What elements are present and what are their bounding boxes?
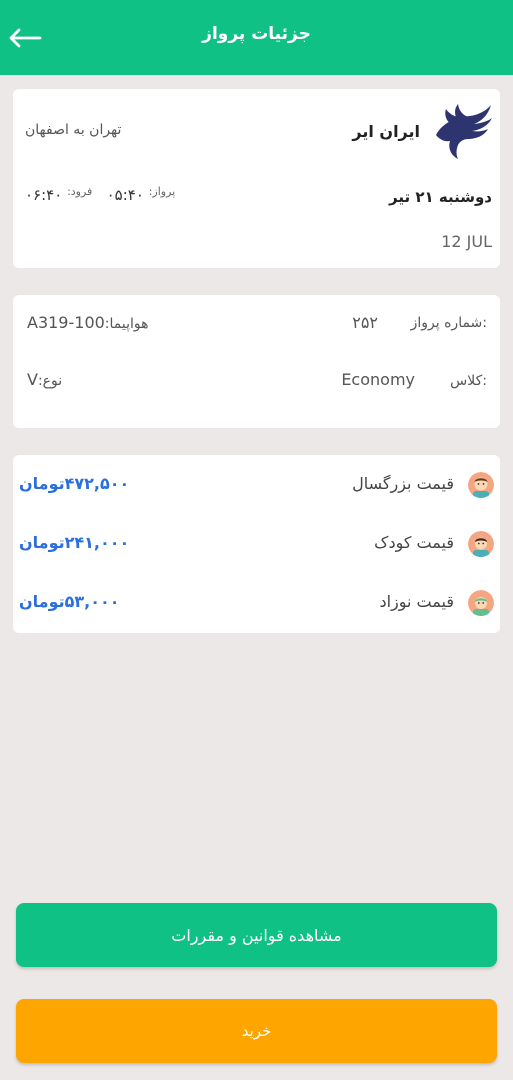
- fare-type-info: نوع:V: [27, 370, 62, 389]
- price-label-child: قیمت کودک: [374, 533, 454, 552]
- adult-avatar-icon: [468, 472, 494, 498]
- page-title: جزئیات پرواز: [202, 24, 311, 44]
- view-rules-button[interactable]: مشاهده قوانین و مقررات: [16, 903, 497, 967]
- price-value-child: ۲۴۱,۰۰۰تومان: [19, 533, 129, 552]
- price-amount-child: ۲۴۱,۰۰۰: [64, 533, 130, 552]
- currency-child: تومان: [19, 533, 65, 552]
- currency-adult: تومان: [19, 474, 65, 493]
- app-header: جزئیات پرواز: [0, 0, 513, 75]
- buy-button[interactable]: خرید: [16, 999, 497, 1063]
- flight-number-label: شماره پرواز:: [410, 315, 487, 331]
- aircraft-info: هواپیما:A319-100: [27, 313, 149, 332]
- price-row-infant: قیمت نوزاد ۵۳,۰۰۰تومان: [13, 583, 500, 623]
- price-value-adult: ۴۷۲,۵۰۰تومان: [19, 474, 129, 493]
- departure-time: ۰۵:۴۰: [106, 186, 144, 204]
- class-value: Economy: [341, 370, 415, 389]
- arrival-time: ۰۶:۴۰: [25, 186, 63, 204]
- iran-air-logo-icon: [436, 104, 492, 159]
- flight-summary-card: ایران ایر تهران به اصفهان دوشنبه ۲۱ تیر …: [13, 89, 500, 268]
- flight-times: پرواز: ۰۵:۴۰ فرود: ۰۶:۴۰: [25, 185, 175, 204]
- flight-details-card: شماره پرواز: ۲۵۲ هواپیما:A319-100 کلاس: …: [13, 295, 500, 428]
- price-value-infant: ۵۳,۰۰۰تومان: [19, 592, 120, 611]
- flight-route: تهران به اصفهان: [25, 122, 122, 138]
- child-avatar-icon: [468, 531, 494, 557]
- flight-date-gregorian: 12 JUL: [441, 232, 492, 251]
- price-amount-adult: ۴۷۲,۵۰۰: [64, 474, 130, 493]
- infant-avatar-icon: [468, 590, 494, 616]
- price-label-adult: قیمت بزرگسال: [352, 474, 454, 493]
- price-card: قیمت بزرگسال ۴۷۲,۵۰۰تومان قیمت کودک ۲۴۱,…: [13, 455, 500, 633]
- price-row-adult: قیمت بزرگسال ۴۷۲,۵۰۰تومان: [13, 465, 500, 505]
- currency-infant: تومان: [19, 592, 65, 611]
- flight-date-persian: دوشنبه ۲۱ تیر: [389, 188, 492, 206]
- aircraft-value: A319-100: [27, 313, 105, 332]
- price-row-child: قیمت کودک ۲۴۱,۰۰۰تومان: [13, 524, 500, 564]
- arrival-label: فرود:: [67, 185, 93, 198]
- airline-logo: [432, 101, 494, 161]
- class-label: کلاس:: [450, 373, 487, 389]
- departure-label: پرواز:: [148, 185, 176, 198]
- price-amount-infant: ۵۳,۰۰۰: [64, 592, 120, 611]
- airline-name: ایران ایر: [352, 122, 420, 141]
- price-label-infant: قیمت نوزاد: [379, 592, 454, 611]
- aircraft-label: هواپیما:: [104, 316, 149, 332]
- flight-number-value: ۲۵۲: [352, 313, 378, 332]
- type-value: V: [27, 370, 38, 389]
- type-label: نوع:: [37, 373, 63, 389]
